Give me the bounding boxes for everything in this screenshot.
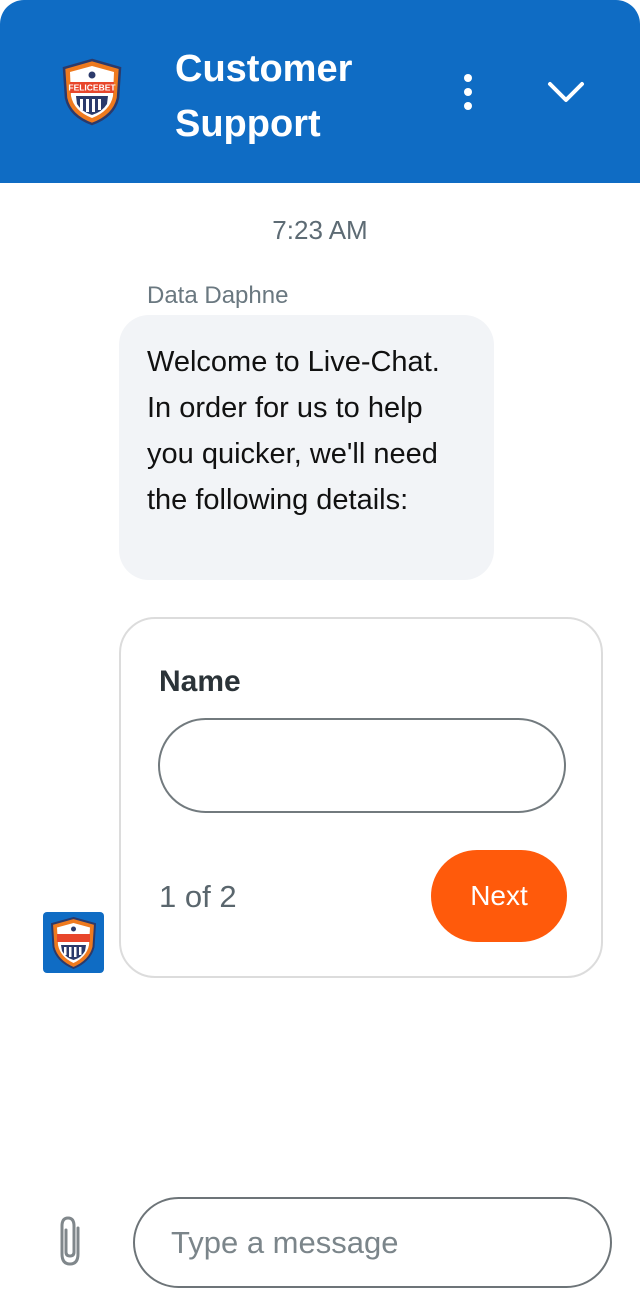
name-label: Name xyxy=(159,665,241,698)
form-card: Name 1 of 2 Next xyxy=(119,617,603,978)
message-input[interactable] xyxy=(133,1197,612,1288)
agent-avatar xyxy=(43,912,104,973)
message-timestamp: 7:23 AM xyxy=(272,215,368,245)
chevron-down-icon[interactable] xyxy=(544,74,588,110)
logo-text: FELICEBET xyxy=(68,83,116,93)
sender-name: Data Daphne xyxy=(147,282,289,309)
chat-header: FELICEBET Customer Support xyxy=(0,0,640,183)
felicebet-logo: FELICEBET xyxy=(62,58,122,126)
paperclip-icon[interactable] xyxy=(54,1214,90,1268)
name-input[interactable] xyxy=(158,718,566,813)
form-pager: 1 of 2 xyxy=(159,879,237,914)
felicebet-logo xyxy=(50,916,97,970)
more-vertical-icon[interactable] xyxy=(452,72,484,112)
page-title: Customer Support xyxy=(175,48,353,145)
next-button[interactable]: Next xyxy=(431,850,567,942)
message-bubble: Welcome to Live-Chat. In order for us to… xyxy=(119,315,494,580)
